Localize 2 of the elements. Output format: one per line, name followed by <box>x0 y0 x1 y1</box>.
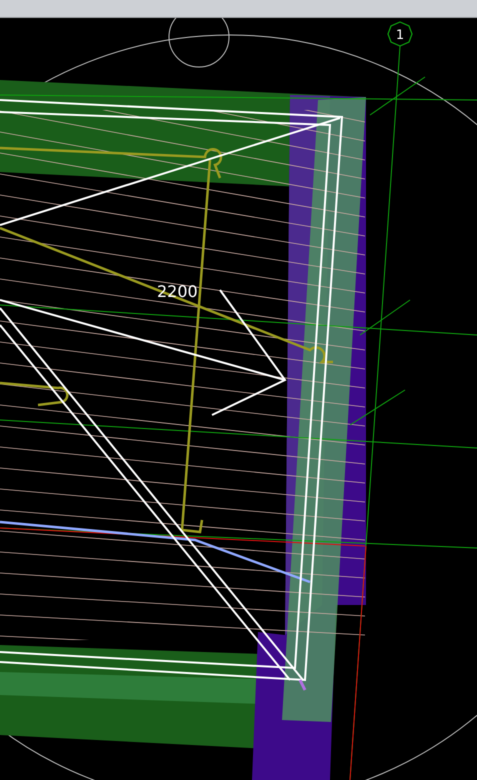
dimension-text: 2200 <box>157 282 198 301</box>
grid-label: 1 <box>396 28 404 43</box>
